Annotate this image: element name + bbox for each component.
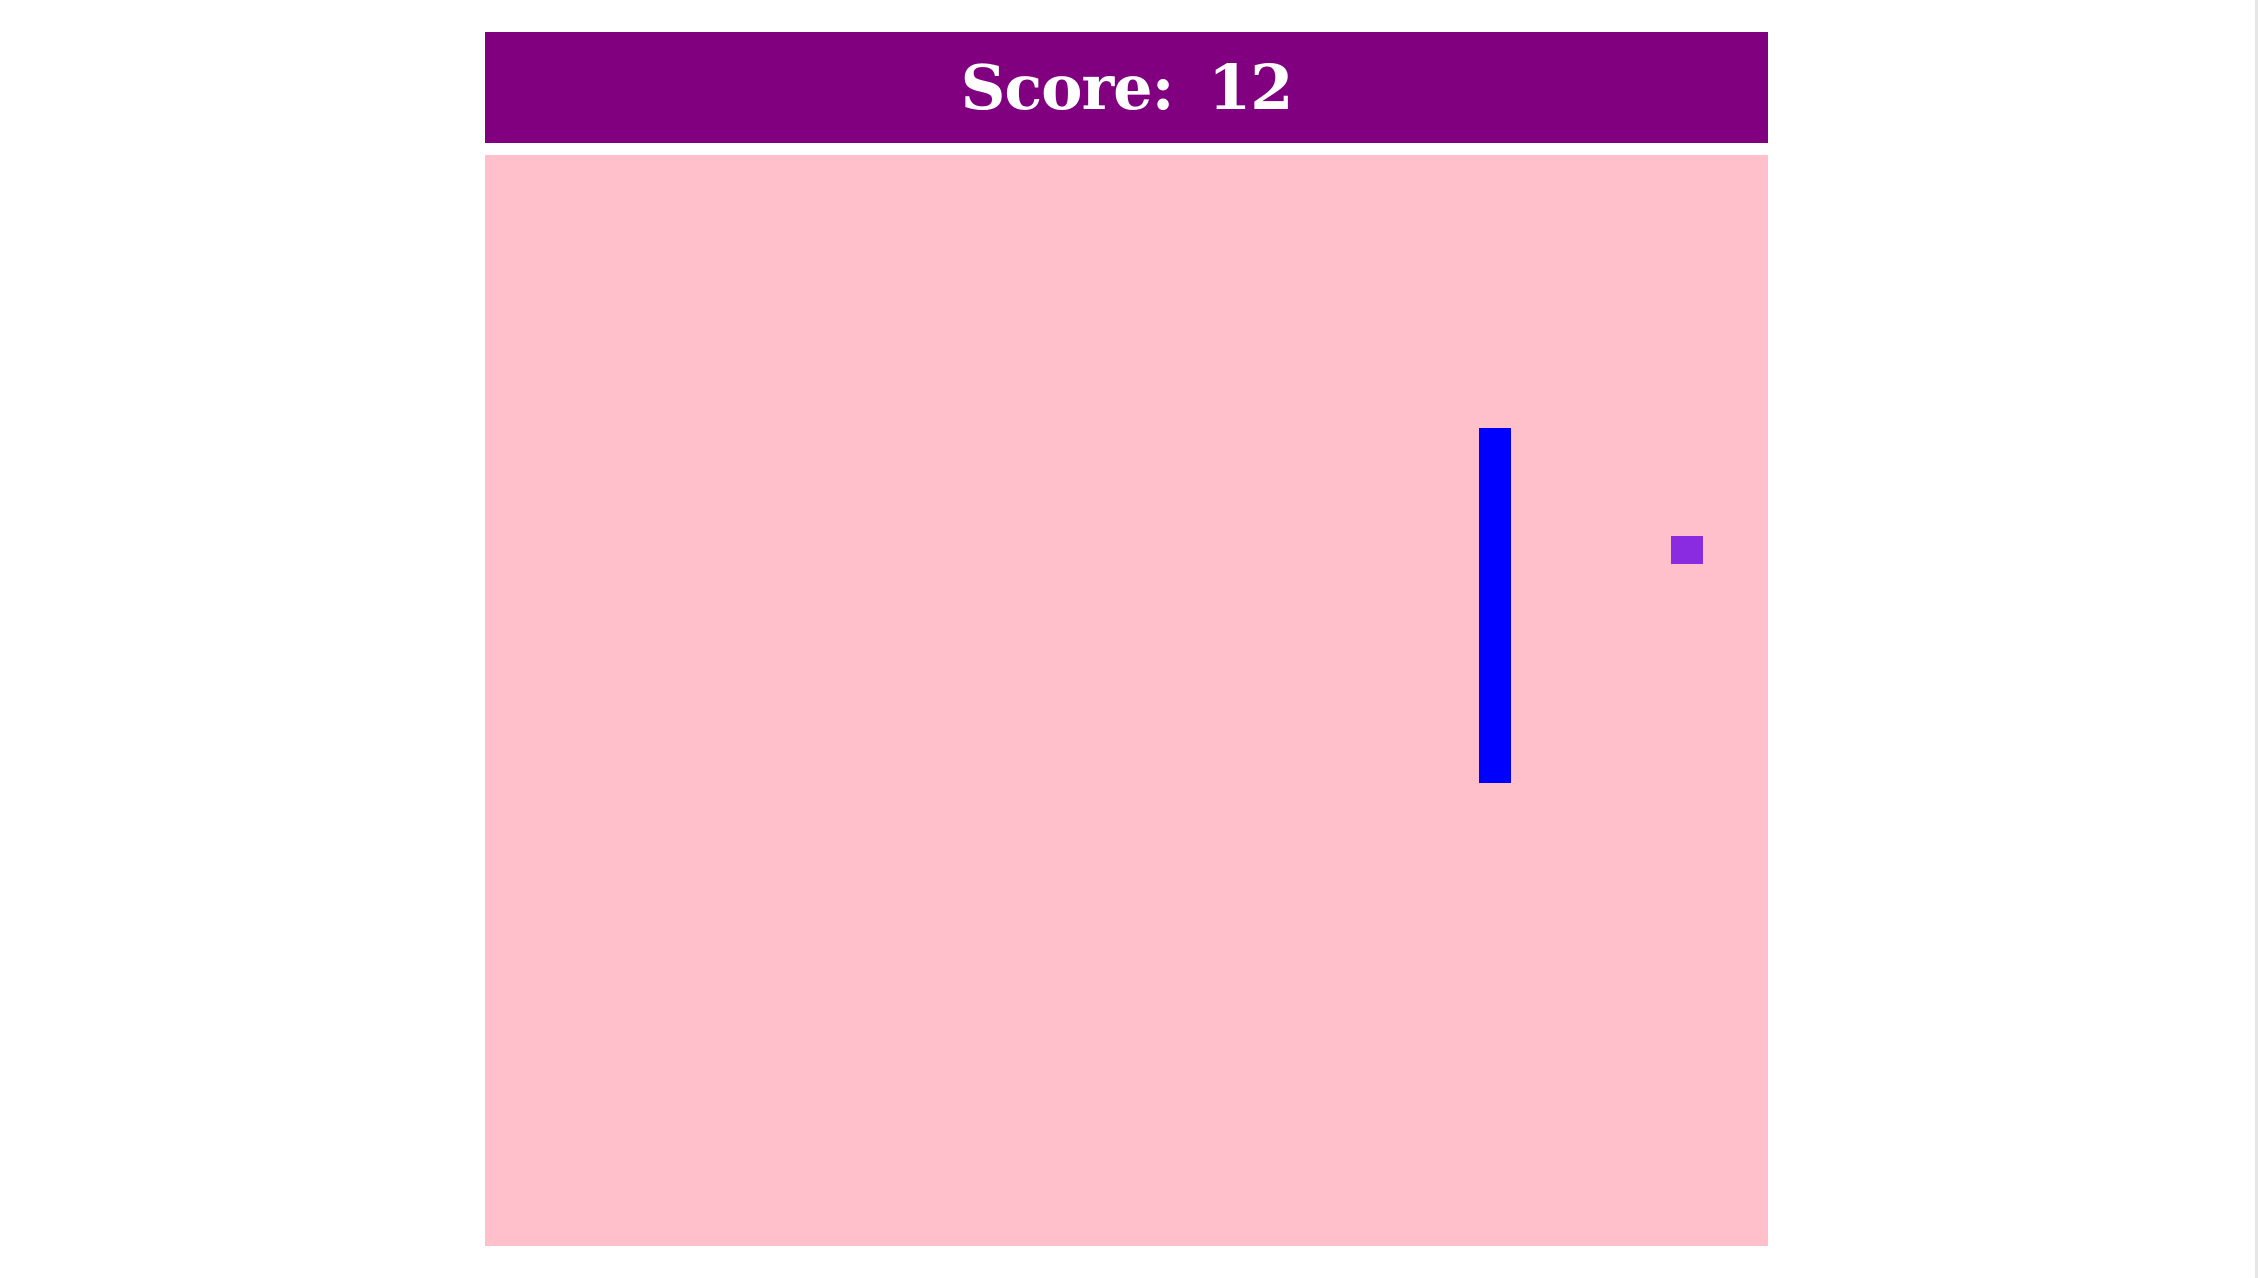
ball: [1671, 536, 1703, 564]
paddle[interactable]: [1479, 428, 1511, 783]
score-label: Score:: [960, 50, 1175, 124]
score-header: Score: 12: [485, 32, 1768, 143]
score-display: Score: 12: [961, 56, 1294, 119]
score-value: 12: [1208, 50, 1293, 124]
game-board[interactable]: [485, 155, 1768, 1246]
